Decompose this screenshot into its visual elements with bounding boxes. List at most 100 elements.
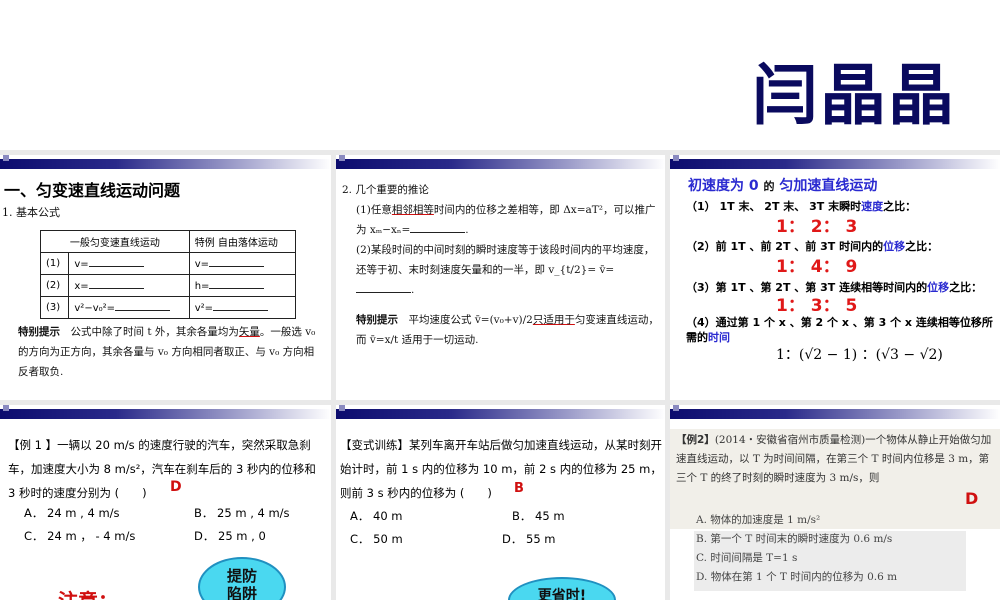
row-num: (2) xyxy=(39,274,70,297)
text: 之比： xyxy=(905,240,939,254)
cell-text: v= xyxy=(194,259,209,270)
example-label: 【例2】 xyxy=(676,434,715,446)
option-b[interactable]: B． 25 m , 4 m/s xyxy=(194,505,290,521)
text: (1)任意 xyxy=(356,203,392,216)
title-part: 初速度为 0 xyxy=(688,178,759,194)
header-bar xyxy=(0,409,331,419)
inference-text: 2. 几个重要的推论 (1)任意相邻相等时间内的位移之差相等，即 Δx=aT²，… xyxy=(342,181,660,351)
keyword: 位移 xyxy=(927,280,950,294)
keyword: 时间 xyxy=(708,330,730,344)
ratio-3: 1： 3： 5 xyxy=(776,295,858,316)
option-b[interactable]: B． 45 m xyxy=(512,508,565,524)
question: 【例2】(2014・安徽省宿州市质量检测)一个物体从静止开始做匀加速直线运动，以… xyxy=(676,431,994,488)
heading: 2. 几个重要的推论 xyxy=(342,184,429,196)
text: 平均速度公式 v̄=(v₀+v)/2 xyxy=(408,313,533,326)
option-c[interactable]: C． 24 m ， - 4 m/s xyxy=(24,528,135,544)
header-bar xyxy=(336,159,665,169)
header-bar xyxy=(0,159,331,169)
bar-decoration xyxy=(3,405,9,411)
option-d[interactable]: D． 25 m , 0 xyxy=(194,528,266,544)
slide-thumbnail-4[interactable]: 【例 1 】一辆以 20 m/s 的速度行驶的汽车，突然采取急刹车，加速度大小为… xyxy=(0,405,331,600)
slide-thumbnail-1[interactable]: 一、匀变速直线运动问题 1. 基本公式 一般匀变速直线运动 特例 自由落体运动 (… xyxy=(0,155,331,400)
cell-text: h= xyxy=(194,281,210,292)
bar-decoration xyxy=(673,405,679,411)
tip: 特别提示 公式中除了时间 t 外，其余各量均为矢量。一般选 v₀ 的方向为正方向… xyxy=(18,323,323,383)
q2: （2）前 1T 、前 2T 、前 3T 时间内的位移之比： xyxy=(686,240,998,255)
question: 【变式训练】某列车离开车站后做匀加速直线运动，从某时刻开始计时，前 1 s 内的… xyxy=(340,438,662,500)
title-part: 的 xyxy=(763,180,775,193)
ratio-1: 1： 2： 3 xyxy=(776,216,858,237)
ratio-list: （1） 1T 末、 2T 末、 3T 末瞬时速度之比： 1： 2： 3 （2）前… xyxy=(686,200,998,365)
row-num: (3) xyxy=(39,296,70,319)
text: （3）第 1T 、第 2T 、第 3T 连续相等时间内的 xyxy=(686,280,928,294)
option-d[interactable]: D. 物体在第 1 个 T 时间内的位移为 0.6 m xyxy=(696,568,897,587)
option-a[interactable]: A. 物体的加速度是 1 m/s² xyxy=(696,511,897,530)
tip-label: 特别提示 xyxy=(18,326,60,338)
note-label: 注意： xyxy=(58,585,118,600)
cell: v= xyxy=(188,252,297,275)
formula-table: 一般匀变速直线运动 特例 自由落体运动 (1) v= v= (2) x= h= (3) v²… xyxy=(39,230,297,319)
ratio-4: 1：(√2 − 1) ：(√3 − √2) xyxy=(776,346,943,363)
option-a[interactable]: A． 40 m xyxy=(350,508,403,524)
cell-text: x= xyxy=(74,281,89,292)
tip-highlight: 矢量 xyxy=(238,326,260,338)
title-part: 匀加速直线运动 xyxy=(779,178,878,194)
q4: （4）通过第 1 个 x 、第 2 个 x 、第 3 个 x 连续相等位移所需的… xyxy=(686,316,998,346)
tip-label: 特别提示 xyxy=(356,313,398,326)
answer-mark: B xyxy=(514,481,524,496)
row-num: (1) xyxy=(39,252,70,275)
header-bar xyxy=(336,409,665,419)
keyword: 位移 xyxy=(883,240,906,254)
point-2: (2)某段时间的中间时刻的瞬时速度等于该段时间内的平均速度，还等于初、末时刻速度… xyxy=(356,243,655,296)
q3: （3）第 1T 、第 2T 、第 3T 连续相等时间内的位移之比： xyxy=(686,281,998,296)
cell-text: v= xyxy=(74,259,89,270)
subtitle: 1. 基本公式 xyxy=(2,206,60,219)
question: 【例 1 】一辆以 20 m/s 的速度行驶的汽车，突然采取急刹车，加速度大小为… xyxy=(8,438,316,500)
ratio-2: 1： 4： 9 xyxy=(776,257,858,278)
slide-title: 初速度为 0 的 匀加速直线运动 xyxy=(688,175,877,195)
header-general: 一般匀变速直线运动 xyxy=(40,230,190,253)
bar-decoration xyxy=(673,155,679,161)
option-b[interactable]: B. 第一个 T 时间末的瞬时速度为 0.6 m/s xyxy=(696,530,897,549)
slide-thumbnail-2[interactable]: 2. 几个重要的推论 (1)任意相邻相等时间内的位移之差相等，即 Δx=aT²，… xyxy=(336,155,665,400)
slide-title: 一、匀变速直线运动问题 xyxy=(4,181,181,200)
slide-thumbnail-6[interactable]: 【例2】(2014・安徽省宿州市质量检测)一个物体从静止开始做匀加速直线运动，以… xyxy=(670,405,1000,600)
cell: x= xyxy=(68,274,190,297)
keyword: 速度 xyxy=(861,200,884,213)
text: (2)某段时间的中间时刻的瞬时速度等于该段时间内的平均速度，还等于初、末时刻速度… xyxy=(356,243,655,276)
cloud-callout: 更省时! xyxy=(508,577,616,600)
option-c[interactable]: C． 50 m xyxy=(350,531,403,547)
text: 之比： xyxy=(949,280,983,294)
slide-thumbnail-5[interactable]: 【变式训练】某列车离开车站后做匀加速直线运动，从某时刻开始计时，前 1 s 内的… xyxy=(336,405,665,600)
cloud-callout: 提防陷阱 xyxy=(198,557,286,600)
text: 之比： xyxy=(883,200,917,213)
option-d[interactable]: D． 55 m xyxy=(502,531,556,547)
text: （4）通过第 1 个 x 、第 2 个 x 、第 3 个 x 连续相等位移所需的 xyxy=(686,315,993,344)
option-a[interactable]: A． 24 m , 4 m/s xyxy=(24,505,120,521)
options: A. 物体的加速度是 1 m/s² B. 第一个 T 时间末的瞬时速度为 0.6… xyxy=(696,511,897,587)
cell-text: v²−v₀²= xyxy=(74,303,116,314)
highlight: 只适用于 xyxy=(532,313,575,326)
point-1: (1)任意相邻相等时间内的位移之差相等，即 Δx=aT²，可以推广为 xₘ−xₙ… xyxy=(356,203,656,236)
cell: v²= xyxy=(188,296,297,319)
answer-mark: D xyxy=(170,479,182,495)
question-text: (2014・安徽省宿州市质量检测)一个物体从静止开始做匀加速直线运动，以 T 为… xyxy=(676,434,992,484)
tip: 特别提示 平均速度公式 v̄=(v₀+v)/2只适用于匀变速直线运动，而 v̄=… xyxy=(342,311,660,351)
highlight: 相邻相等 xyxy=(391,203,434,216)
header-bar xyxy=(670,409,1000,419)
title-area: 闫晶晶 xyxy=(0,0,1000,150)
header-bar xyxy=(670,159,1000,169)
author-name: 闫晶晶 xyxy=(752,57,956,134)
bar-decoration xyxy=(339,155,345,161)
cell: v²−v₀²= xyxy=(68,296,190,319)
cell-text: v²= xyxy=(194,303,214,314)
slide-thumbnail-3[interactable]: 初速度为 0 的 匀加速直线运动 （1） 1T 末、 2T 末、 3T 末瞬时速… xyxy=(670,155,1000,400)
answer-mark: D xyxy=(965,489,979,508)
q1: （1） 1T 末、 2T 末、 3T 末瞬时速度之比： xyxy=(686,200,998,215)
bar-decoration xyxy=(3,155,9,161)
text: （2）前 1T 、前 2T 、前 3T 时间内的 xyxy=(686,240,884,254)
header-special: 特例 自由落体运动 xyxy=(188,230,297,253)
cell: v= xyxy=(68,252,190,275)
option-c[interactable]: C. 时间间隔是 T=1 s xyxy=(696,549,897,568)
tip-text: 公式中除了时间 t 外，其余各量均为 xyxy=(70,326,239,338)
